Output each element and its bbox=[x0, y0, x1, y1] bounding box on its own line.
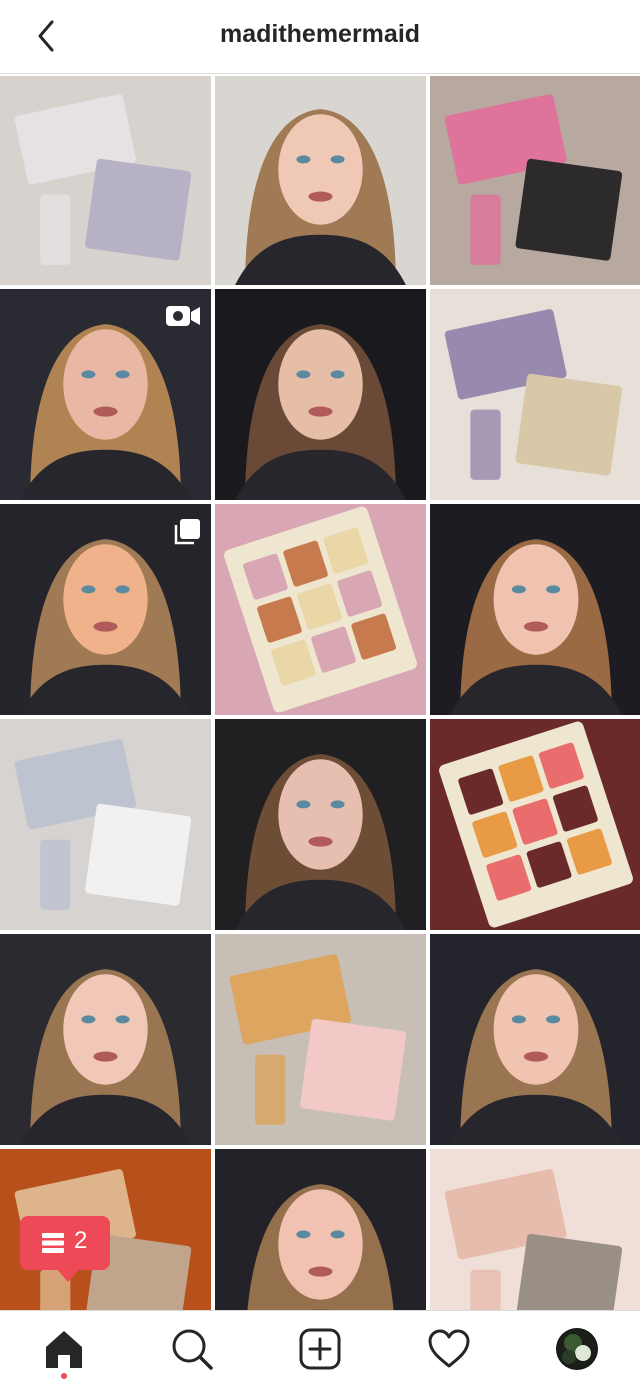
top-bar: madithemermaid bbox=[0, 0, 640, 74]
post-thumbnail[interactable] bbox=[215, 1149, 426, 1310]
tab-new-post[interactable] bbox=[298, 1327, 342, 1371]
post-image bbox=[430, 719, 640, 930]
post-image bbox=[430, 934, 640, 1145]
post-image bbox=[215, 719, 426, 930]
post-thumbnail[interactable] bbox=[215, 76, 426, 285]
post-thumbnail[interactable] bbox=[0, 504, 211, 715]
activity-notification-bubble[interactable]: 2 bbox=[20, 1216, 110, 1282]
post-image bbox=[430, 1149, 640, 1310]
post-thumbnail[interactable] bbox=[215, 289, 426, 500]
post-image bbox=[215, 1149, 426, 1310]
post-thumbnail[interactable] bbox=[430, 1149, 640, 1310]
post-thumbnail[interactable] bbox=[215, 504, 426, 715]
post-image bbox=[215, 76, 426, 285]
post-thumbnail[interactable] bbox=[215, 719, 426, 930]
post-image bbox=[0, 76, 211, 285]
post-image bbox=[430, 504, 640, 715]
post-thumbnail[interactable] bbox=[430, 934, 640, 1145]
post-thumbnail[interactable] bbox=[0, 719, 211, 930]
tab-activity[interactable] bbox=[427, 1327, 471, 1371]
profile-avatar bbox=[556, 1328, 598, 1370]
post-image bbox=[215, 289, 426, 500]
new-post-icon bbox=[299, 1328, 341, 1370]
bubble-pointer bbox=[56, 1268, 80, 1282]
video-camera-icon bbox=[165, 303, 201, 334]
activity-heart-icon bbox=[428, 1329, 470, 1368]
tab-home[interactable] bbox=[42, 1327, 86, 1371]
post-image bbox=[0, 934, 211, 1145]
post-image bbox=[430, 289, 640, 500]
tab-search[interactable] bbox=[170, 1327, 214, 1371]
post-thumbnail[interactable] bbox=[0, 289, 211, 500]
photo-grid bbox=[0, 76, 640, 1310]
post-thumbnail[interactable] bbox=[215, 934, 426, 1145]
post-thumbnail[interactable] bbox=[0, 76, 211, 285]
post-thumbnail[interactable] bbox=[430, 504, 640, 715]
post-thumbnail[interactable] bbox=[430, 719, 640, 930]
post-thumbnail[interactable] bbox=[430, 76, 640, 285]
home-active-dot bbox=[61, 1373, 67, 1379]
post-image bbox=[430, 76, 640, 285]
search-icon bbox=[172, 1329, 213, 1370]
profile-username: madithemermaid bbox=[219, 20, 421, 48]
home-icon bbox=[46, 1331, 82, 1368]
bottom-tab-bar bbox=[0, 1310, 640, 1386]
post-thumbnail[interactable] bbox=[430, 289, 640, 500]
carousel-icon bbox=[173, 518, 201, 551]
post-image bbox=[0, 719, 211, 930]
post-image bbox=[215, 934, 426, 1145]
notification-count: 2 bbox=[74, 1227, 88, 1254]
tab-profile[interactable] bbox=[555, 1327, 599, 1371]
post-thumbnail[interactable] bbox=[0, 934, 211, 1145]
posts-stack-icon bbox=[42, 1233, 64, 1253]
post-image bbox=[215, 504, 426, 715]
